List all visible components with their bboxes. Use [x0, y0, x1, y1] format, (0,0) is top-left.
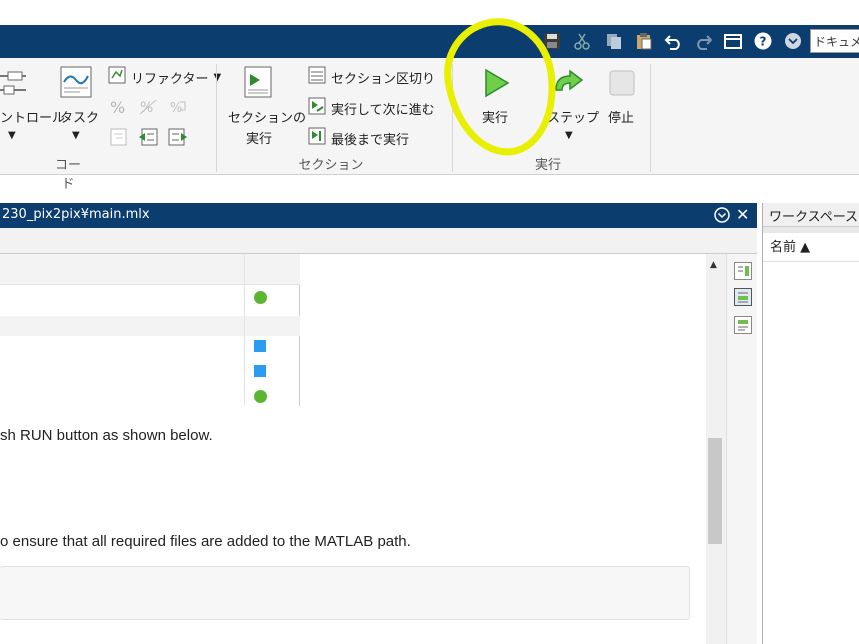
run-section-label-line1[interactable]: セクションの — [228, 107, 306, 126]
status-info-icon — [254, 365, 266, 377]
hide-code-icon[interactable] — [734, 316, 752, 334]
editor-tab-strip — [0, 228, 757, 254]
refactor-icon — [108, 66, 126, 88]
cut-icon[interactable] — [572, 31, 592, 51]
step-icon[interactable] — [552, 68, 586, 102]
table-header-row — [0, 254, 300, 285]
refactor-button[interactable]: リファクター ▼ — [108, 66, 221, 88]
decrease-indent-icon[interactable] — [138, 128, 158, 150]
workspace-panel: ワークスペース — [762, 203, 859, 644]
group-divider — [650, 64, 651, 172]
code-group-label: コード — [54, 158, 81, 192]
task-dropdown-icon[interactable]: ▼ — [72, 130, 80, 141]
instruction-text: sh RUN button as shown below. — [0, 427, 213, 444]
table-column-divider — [244, 254, 245, 406]
section-break-label: セクション区切り — [331, 71, 436, 87]
run-to-end-icon — [308, 127, 326, 149]
group-divider — [216, 64, 217, 172]
control-icon — [0, 68, 30, 102]
paste-icon[interactable] — [634, 31, 654, 51]
comment-icon[interactable]: % — [110, 98, 125, 117]
editor-file-title: 230_pix2pix¥main.mlx — [2, 207, 150, 222]
status-info-icon — [254, 340, 266, 352]
column-divider — [763, 261, 859, 262]
run-and-advance-button[interactable]: 実行して次に進む — [308, 97, 435, 119]
run-and-advance-icon — [308, 97, 326, 119]
increase-indent-icon[interactable] — [168, 128, 188, 150]
redo-icon[interactable] — [693, 31, 713, 51]
output-inline-icon[interactable] — [734, 288, 752, 306]
editor-titlebar: 230_pix2pix¥main.mlx ✕ — [0, 203, 757, 228]
ribbon: ントロール ▼ タスク ▼ リファクター ▼ % % % コード セクションの … — [0, 58, 859, 192]
stop-button-label[interactable]: 停止 — [608, 107, 634, 126]
scroll-up-icon[interactable]: ▲ — [710, 260, 717, 270]
run-group-label: 実行 — [534, 158, 561, 173]
section-group-label: セクション — [298, 158, 364, 173]
uncomment-icon[interactable]: % — [138, 98, 158, 120]
refactor-dropdown-icon: ▼ — [213, 71, 222, 83]
control-button-label[interactable]: ントロール — [0, 107, 65, 126]
save-icon[interactable] — [542, 31, 562, 51]
file-table — [0, 254, 300, 406]
step-button-label[interactable]: ステップ — [547, 107, 599, 126]
output-mode-rail — [726, 254, 757, 644]
wrap-comments-icon[interactable]: % — [168, 98, 188, 120]
section-break-button[interactable]: セクション区切り — [308, 66, 435, 88]
run-section-label-line2[interactable]: 実行 — [246, 128, 272, 147]
run-button-label[interactable]: 実行 — [482, 107, 508, 126]
search-documentation-input[interactable]: ドキュメ — [810, 29, 859, 53]
options-icon[interactable] — [783, 31, 803, 51]
control-dropdown-icon[interactable]: ▼ — [8, 130, 16, 141]
status-ok-icon — [254, 291, 267, 304]
refactor-label: リファクター — [131, 71, 209, 87]
group-divider — [452, 64, 453, 172]
task-icon — [60, 66, 92, 102]
workspace-toolbar — [763, 227, 859, 233]
workspace-title: ワークスペース — [763, 203, 859, 227]
instruction-text: o ensure that all required files are add… — [0, 533, 411, 550]
run-section-icon — [244, 66, 274, 102]
section-break-icon — [308, 66, 326, 88]
status-ok-icon — [254, 390, 267, 403]
quick-access-bar: ? ドキュメ — [0, 25, 859, 58]
smart-indent-icon[interactable] — [110, 128, 128, 150]
run-and-advance-label: 実行して次に進む — [331, 102, 435, 118]
run-to-end-label: 最後まで実行 — [331, 132, 410, 148]
run-icon[interactable] — [482, 68, 512, 102]
help-icon[interactable]: ? — [753, 31, 773, 51]
run-to-end-button[interactable]: 最後まで実行 — [308, 127, 409, 149]
step-dropdown-icon[interactable]: ▼ — [565, 130, 573, 141]
workspace-name-column[interactable]: 名前 ▲ — [770, 236, 810, 255]
task-button-label[interactable]: タスク — [60, 107, 99, 126]
undo-icon[interactable] — [664, 31, 684, 51]
close-icon[interactable]: ✕ — [736, 205, 749, 224]
code-block[interactable] — [0, 566, 690, 620]
table-row — [0, 316, 300, 336]
stop-icon[interactable] — [609, 70, 635, 100]
window-icon[interactable] — [723, 31, 743, 51]
panel-menu-icon[interactable] — [714, 207, 730, 227]
copy-icon[interactable] — [604, 31, 624, 51]
svg-text:?: ? — [760, 35, 767, 49]
output-right-icon[interactable] — [734, 262, 752, 280]
scrollbar-thumb[interactable] — [708, 438, 722, 544]
svg-text:%: % — [170, 101, 182, 116]
